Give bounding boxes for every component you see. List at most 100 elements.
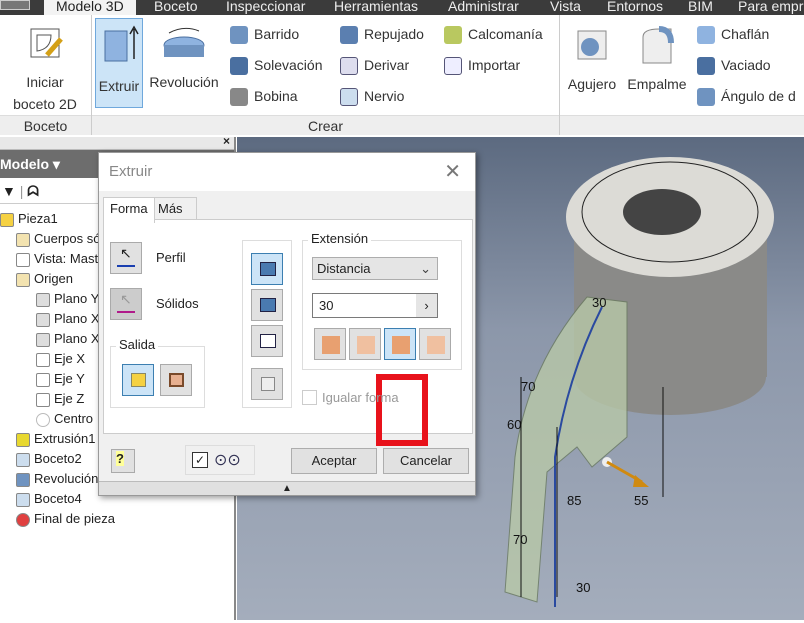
dim-70-lower[interactable]: 70 xyxy=(513,532,527,547)
revolve-icon xyxy=(163,27,205,57)
extrusion-icon xyxy=(16,432,30,447)
dim-30-bottom[interactable]: 30 xyxy=(576,580,590,595)
tab-forma[interactable]: Forma xyxy=(103,197,155,223)
tree-item-plane-xz[interactable]: Plano XZ xyxy=(36,309,107,329)
draft-button[interactable]: Ángulo de d xyxy=(697,85,796,107)
sketch-icon xyxy=(16,452,30,467)
distance-input[interactable]: 30 › xyxy=(312,293,438,318)
decal-button[interactable]: Calcomanía xyxy=(444,23,543,45)
direction-1-button[interactable] xyxy=(314,328,346,360)
chamfer-icon xyxy=(697,26,715,45)
start-sketch-button[interactable]: Iniciar boceto 2D xyxy=(2,23,88,115)
profile-select-button[interactable]: ↖ xyxy=(110,242,142,274)
end-of-part-icon xyxy=(16,512,30,527)
tab-herramientas[interactable]: Herramientas xyxy=(334,0,418,15)
tab-bim[interactable]: BIM xyxy=(688,0,713,15)
revolve-label: Revolución xyxy=(149,74,219,90)
help-button[interactable]: ? xyxy=(111,449,135,473)
tree-item-revolucion1[interactable]: Revolución1 xyxy=(16,469,106,489)
tab-para-empresas[interactable]: Para empr xyxy=(738,0,803,15)
menu-bar: Modelo 3D Boceto Inspeccionar Herramient… xyxy=(0,0,804,15)
dim-30-top[interactable]: 30 xyxy=(592,295,606,310)
dim-60[interactable]: 60 xyxy=(507,417,521,432)
panel-label-boceto: Boceto xyxy=(0,115,91,135)
tree-item-bodies[interactable]: Cuerpos só xyxy=(16,229,100,249)
fillet-icon xyxy=(642,26,674,64)
join-button[interactable] xyxy=(251,253,283,285)
expand-arrow-icon[interactable]: ▲ xyxy=(99,481,475,495)
emboss-button[interactable]: Repujado xyxy=(340,23,424,45)
sketch-icon xyxy=(16,492,30,507)
shell-button[interactable]: Vaciado xyxy=(697,54,771,76)
tree-item-axis-x[interactable]: Eje X xyxy=(36,349,85,369)
ok-button[interactable]: Aceptar xyxy=(291,448,377,474)
chevron-down-icon: ⌄ xyxy=(420,261,431,276)
tab-inspeccionar[interactable]: Inspeccionar xyxy=(226,0,305,15)
fillet-button[interactable]: Empalme xyxy=(624,23,690,95)
axis-icon xyxy=(36,352,50,367)
dim-70-upper[interactable]: 70 xyxy=(521,379,535,394)
extrude-label: Extruir xyxy=(98,78,140,94)
hole-button[interactable]: Agujero xyxy=(562,23,622,95)
tree-item-plane-yz[interactable]: Plano YZ xyxy=(36,289,107,309)
loft-button[interactable]: Solevación xyxy=(230,54,323,76)
output-label: Salida xyxy=(116,337,159,352)
tree-item-boceto2[interactable]: Boceto2 xyxy=(16,449,82,469)
output-solid-button[interactable] xyxy=(122,364,154,396)
match-shape-checkbox[interactable] xyxy=(302,390,317,405)
tree-item-center[interactable]: Centro xyxy=(36,409,93,429)
close-icon[interactable]: ✕ xyxy=(444,153,461,191)
extrude-button[interactable]: Extruir xyxy=(95,18,143,108)
part-icon xyxy=(0,212,14,227)
start-sketch-label-2: boceto 2D xyxy=(13,96,77,112)
search-binoculars-icon[interactable]: ᗣ xyxy=(27,183,39,199)
cut-button[interactable] xyxy=(251,289,283,321)
tab-modelo-3d[interactable]: Modelo 3D xyxy=(44,0,136,15)
tab-boceto[interactable]: Boceto xyxy=(154,0,198,15)
tree-item-extrusion1[interactable]: Extrusión1 xyxy=(16,429,95,449)
close-icon[interactable]: × xyxy=(223,134,230,148)
import-button[interactable]: Importar xyxy=(444,54,520,76)
tree-item-view[interactable]: Vista: Mast xyxy=(16,249,98,269)
revolve-button[interactable]: Revolución xyxy=(146,23,222,93)
preview-toggle[interactable]: ✓ ⊙⊙ xyxy=(185,445,255,475)
symmetric-button[interactable] xyxy=(384,328,416,360)
tab-entornos[interactable]: Entornos xyxy=(607,0,663,15)
symmetric-icon xyxy=(392,336,410,354)
cancel-button[interactable]: Cancelar xyxy=(383,448,469,474)
pro-button[interactable] xyxy=(0,0,30,10)
hole-label: Agujero xyxy=(567,76,617,92)
dim-55[interactable]: 55 xyxy=(634,493,648,508)
axis-icon xyxy=(36,392,50,407)
filter-icon[interactable]: ▼ xyxy=(2,183,16,199)
tree-item-pieza1[interactable]: Pieza1 xyxy=(0,209,58,229)
derive-button[interactable]: Derivar xyxy=(340,54,409,76)
sweep-button[interactable]: Barrido xyxy=(230,23,299,45)
asymmetric-button[interactable] xyxy=(419,328,451,360)
asymmetric-icon xyxy=(427,336,445,354)
extent-type-dropdown[interactable]: Distancia ⌄ xyxy=(312,257,438,280)
tree-item-end-of-part[interactable]: Final de pieza xyxy=(16,509,115,529)
tree-item-axis-y[interactable]: Eje Y xyxy=(36,369,85,389)
panel-label-modify xyxy=(560,115,804,135)
tab-mas[interactable]: Más xyxy=(151,197,197,221)
chamfer-button[interactable]: Chaflán xyxy=(697,23,769,45)
view-icon xyxy=(16,252,30,267)
tree-item-axis-z[interactable]: Eje Z xyxy=(36,389,84,409)
plane-icon xyxy=(36,292,50,307)
tab-vista[interactable]: Vista xyxy=(550,0,581,15)
tree-item-boceto4[interactable]: Boceto4 xyxy=(16,489,82,509)
tree-item-origin[interactable]: Origen xyxy=(16,269,73,289)
new-solid-button[interactable] xyxy=(251,368,283,400)
chevron-right-icon: › xyxy=(416,294,437,317)
start-sketch-label-1: Iniciar xyxy=(26,74,64,90)
coil-button[interactable]: Bobina xyxy=(230,85,298,107)
dim-85[interactable]: 85 xyxy=(567,493,581,508)
rib-button[interactable]: Nervio xyxy=(340,85,404,107)
output-surface-button[interactable] xyxy=(160,364,192,396)
solids-select-button[interactable]: ↖ xyxy=(110,288,142,320)
direction-2-button[interactable] xyxy=(349,328,381,360)
rib-icon xyxy=(340,88,358,107)
intersect-button[interactable] xyxy=(251,325,283,357)
tab-administrar[interactable]: Administrar xyxy=(448,0,519,15)
